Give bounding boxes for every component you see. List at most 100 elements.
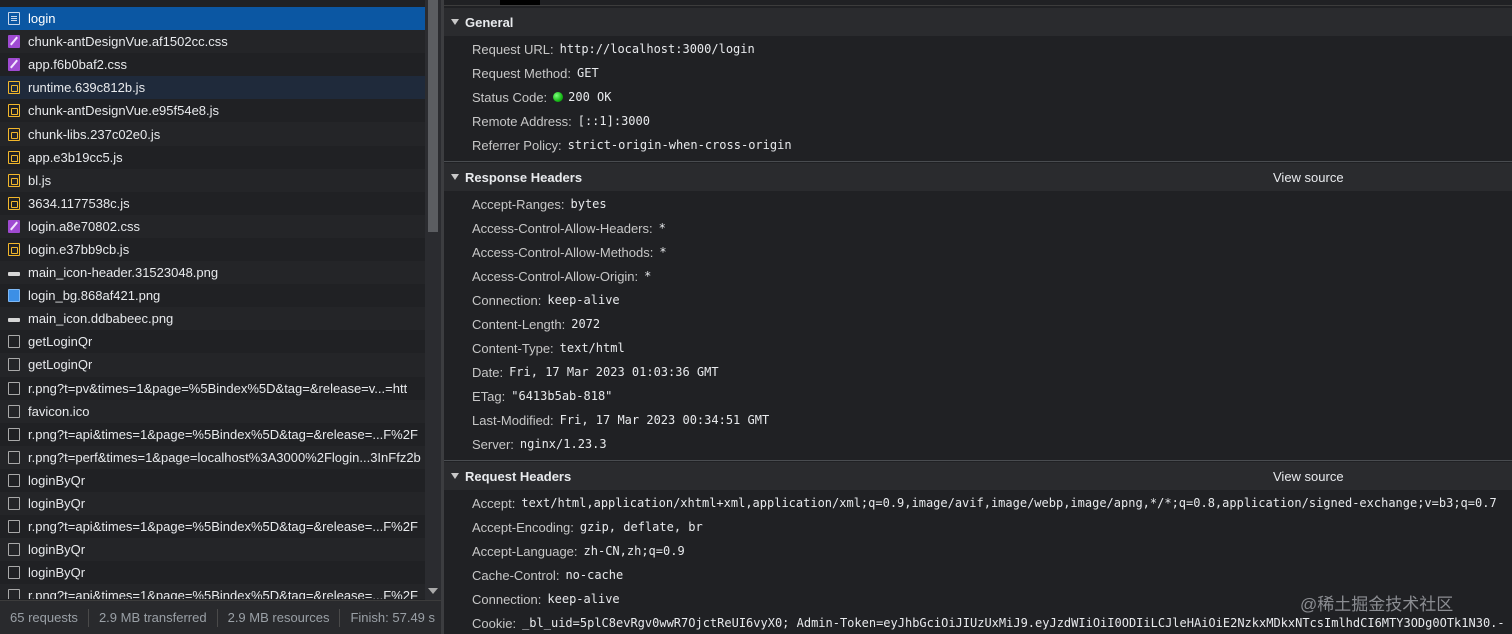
request-name: getLoginQr — [28, 357, 93, 373]
request-row[interactable]: login — [0, 7, 425, 31]
header-value[interactable]: Fri, 17 Mar 2023 00:34:51 GMT — [560, 413, 770, 427]
request-row[interactable]: login_bg.868af421.png — [0, 284, 425, 307]
image-icon — [8, 317, 20, 322]
header-row: Accept: text/html,application/xhtml+xml,a… — [472, 491, 1497, 515]
request-row[interactable]: chunk-libs.237c02e0.js — [0, 122, 425, 146]
script-icon — [8, 104, 20, 118]
header-value[interactable]: zh-CN,zh;q=0.9 — [584, 544, 685, 558]
request-row[interactable]: app.f6b0baf2.css — [0, 53, 425, 76]
header-row: Access-Control-Allow-Origin: * — [472, 264, 651, 288]
request-name: chunk-antDesignVue.e95f54e8.js — [28, 103, 220, 119]
header-value[interactable]: * — [659, 245, 666, 259]
header-row: Request Method: GET — [472, 61, 599, 85]
file-icon — [8, 473, 20, 487]
header-row: Referrer Policy: strict-origin-when-cross… — [472, 133, 792, 157]
request-row[interactable]: getLoginQr — [0, 353, 425, 377]
header-value[interactable]: text/html,application/xhtml+xml,applicat… — [521, 496, 1496, 510]
request-name: app.f6b0baf2.css — [28, 57, 128, 73]
response-view-source-link[interactable]: View source — [1273, 170, 1344, 185]
collapse-triangle-icon — [451, 473, 459, 479]
file-icon — [8, 427, 20, 441]
header-value[interactable]: http://localhost:3000/login — [560, 42, 755, 56]
header-value[interactable]: [::1]:3000 — [578, 114, 650, 128]
header-value[interactable]: "6413b5ab-818" — [511, 389, 612, 403]
request-row[interactable]: getLoginQr — [0, 330, 425, 353]
watermark: @稀土掘金技术社区 — [1300, 595, 1454, 614]
request-list-scrollbar[interactable] — [425, 0, 441, 600]
header-value[interactable]: Fri, 17 Mar 2023 01:03:36 GMT — [509, 365, 719, 379]
request-name: r.png?t=api&times=1&page=%5Bindex%5D&tag… — [28, 588, 418, 599]
request-row[interactable]: r.png?t=api&times=1&page=%5Bindex%5D&tag… — [0, 584, 425, 599]
document-icon — [8, 12, 20, 26]
header-value[interactable]: nginx/1.23.3 — [520, 437, 607, 451]
header-row: Accept-Ranges: bytes — [472, 192, 607, 216]
request-name: chunk-antDesignVue.af1502cc.css — [28, 34, 228, 50]
header-value[interactable]: keep-alive — [547, 592, 619, 606]
header-value[interactable]: bytes — [571, 197, 607, 211]
script-icon — [8, 127, 20, 141]
finish-time: Finish: 57.49 s — [350, 609, 436, 625]
request-name: login_bg.868af421.png — [28, 288, 161, 304]
section-divider — [444, 460, 1512, 461]
header-value[interactable]: text/html — [560, 341, 625, 355]
general-section-header[interactable]: General — [444, 8, 1512, 36]
response-headers-section-header[interactable]: Response Headers View source — [444, 163, 1512, 191]
request-row[interactable]: chunk-antDesignVue.e95f54e8.js — [0, 99, 425, 122]
header-name: Access-Control-Allow-Methods: — [472, 244, 654, 260]
header-value[interactable]: _bl_uid=5plC8evRgv0wwR7OjctReUI6vyX0; Ad… — [522, 616, 1505, 630]
request-row[interactable]: loginByQr — [0, 491, 425, 516]
request-row[interactable]: loginByQr — [0, 469, 425, 492]
collapse-triangle-icon — [451, 174, 459, 180]
header-row: Access-Control-Allow-Headers: * — [472, 216, 666, 240]
request-view-source-link[interactable]: View source — [1273, 469, 1344, 484]
request-row[interactable]: runtime.639c812b.js — [0, 76, 425, 100]
header-row: Accept-Encoding: gzip, deflate, br — [472, 515, 703, 539]
request-row[interactable]: main_icon-header.31523048.png — [0, 261, 425, 285]
request-row[interactable]: r.png?t=pv&times=1&page=%5Bindex%5D&tag=… — [0, 377, 425, 400]
request-row[interactable]: favicon.ico — [0, 399, 425, 423]
header-name: Date: — [472, 364, 504, 380]
scrollbar-thumb[interactable] — [428, 0, 438, 232]
request-row[interactable]: bl.js — [0, 168, 425, 192]
header-value[interactable]: 2072 — [571, 317, 600, 331]
header-value[interactable]: no-cache — [565, 568, 623, 582]
request-headers-section-header[interactable]: Request Headers View source — [444, 462, 1512, 490]
stylesheet-icon — [8, 35, 20, 49]
header-value[interactable]: strict-origin-when-cross-origin — [568, 138, 792, 152]
request-name: app.e3b19cc5.js — [28, 149, 123, 165]
header-row: Accept-Language: zh-CN,zh;q=0.9 — [472, 539, 685, 563]
request-row[interactable]: 3634.1177538c.js — [0, 192, 425, 215]
request-row[interactable]: chunk-antDesignVue.af1502cc.css — [0, 30, 425, 54]
general-section-title: General — [465, 14, 514, 30]
header-name: Accept-Ranges: — [472, 196, 565, 212]
header-name: Accept-Encoding: — [472, 519, 574, 535]
request-headers-title: Request Headers — [465, 468, 572, 484]
header-name: Content-Type: — [472, 340, 554, 356]
request-name: login — [28, 11, 56, 27]
header-value[interactable]: keep-alive — [547, 293, 619, 307]
header-row: Connection: keep-alive — [472, 587, 620, 611]
header-value[interactable]: GET — [577, 66, 599, 80]
request-row[interactable]: r.png?t=perf&times=1&page=localhost%3A30… — [0, 445, 425, 469]
request-row[interactable]: loginByQr — [0, 561, 425, 584]
file-icon — [8, 335, 20, 349]
request-row[interactable]: app.e3b19cc5.js — [0, 146, 425, 169]
header-name: Access-Control-Allow-Headers: — [472, 220, 653, 236]
request-row[interactable]: r.png?t=api&times=1&page=%5Bindex%5D&tag… — [0, 515, 425, 538]
scroll-down-arrow-icon[interactable] — [428, 588, 438, 594]
header-value[interactable]: 200 OK — [568, 90, 611, 104]
request-row[interactable]: login.a8e70802.css — [0, 214, 425, 238]
request-row[interactable]: main_icon.ddbabeec.png — [0, 307, 425, 331]
request-row[interactable]: login.e37bb9cb.js — [0, 238, 425, 261]
header-value[interactable]: * — [659, 221, 666, 235]
header-name: Access-Control-Allow-Origin: — [472, 268, 639, 284]
request-list[interactable]: login chunk-antDesignVue.af1502cc.css app.… — [0, 7, 425, 599]
header-name: Connection: — [472, 591, 542, 607]
request-row[interactable]: r.png?t=api&times=1&page=%5Bindex%5D&tag… — [0, 423, 425, 446]
header-value[interactable]: gzip, deflate, br — [580, 520, 703, 534]
details-tab-strip — [444, 0, 1512, 6]
header-value[interactable]: * — [644, 269, 651, 283]
stylesheet-icon — [8, 58, 20, 72]
request-row[interactable]: loginByQr — [0, 538, 425, 562]
resources-size: 2.9 MB resources — [218, 608, 341, 627]
